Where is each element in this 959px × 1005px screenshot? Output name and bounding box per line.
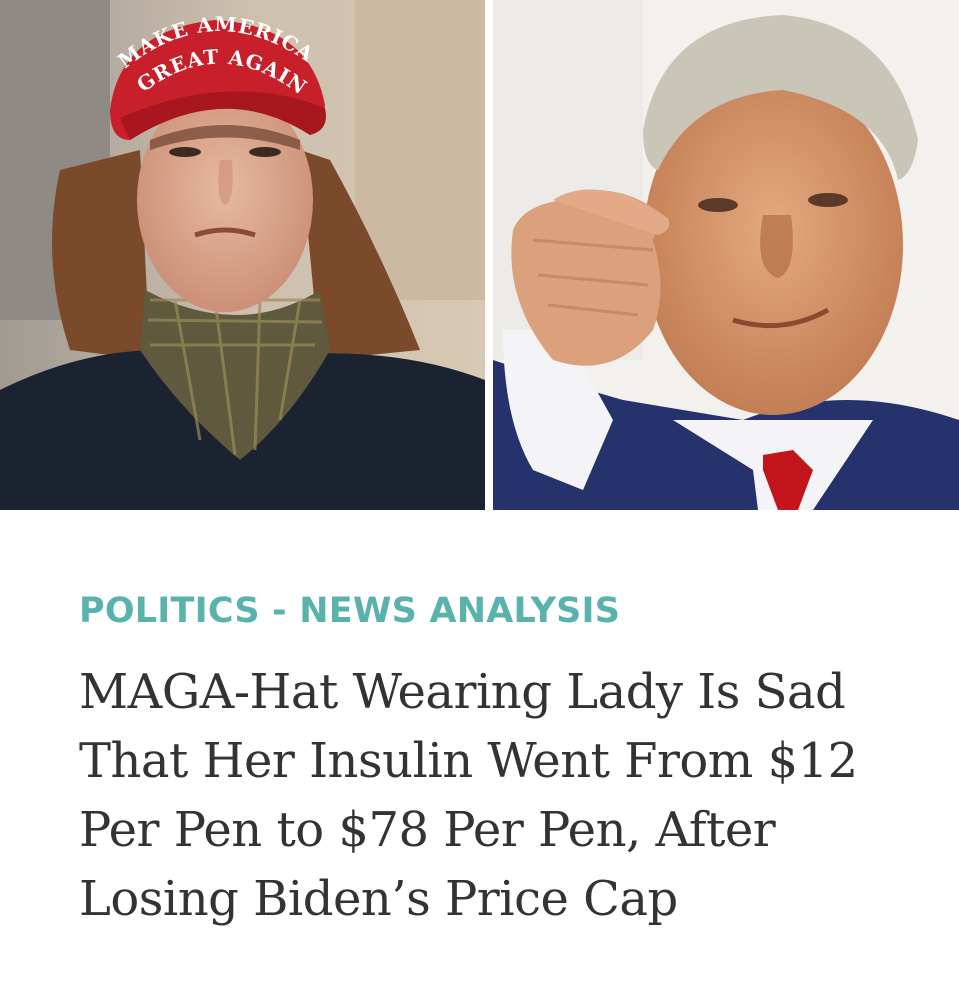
article-headline[interactable]: MAGA-Hat Wearing Lady Is Sad That Her In… [79, 658, 939, 934]
article-category[interactable]: POLITICS - NEWS ANALYSIS [79, 588, 620, 634]
photo-pair: MAKE AMERICA GREAT AGAIN [0, 0, 959, 510]
photo-maga-hat-woman: MAKE AMERICA GREAT AGAIN [0, 0, 485, 510]
article-card: MAKE AMERICA GREAT AGAIN POLITICS - NEWS… [0, 0, 959, 1005]
photo-pointing-man [493, 0, 959, 510]
